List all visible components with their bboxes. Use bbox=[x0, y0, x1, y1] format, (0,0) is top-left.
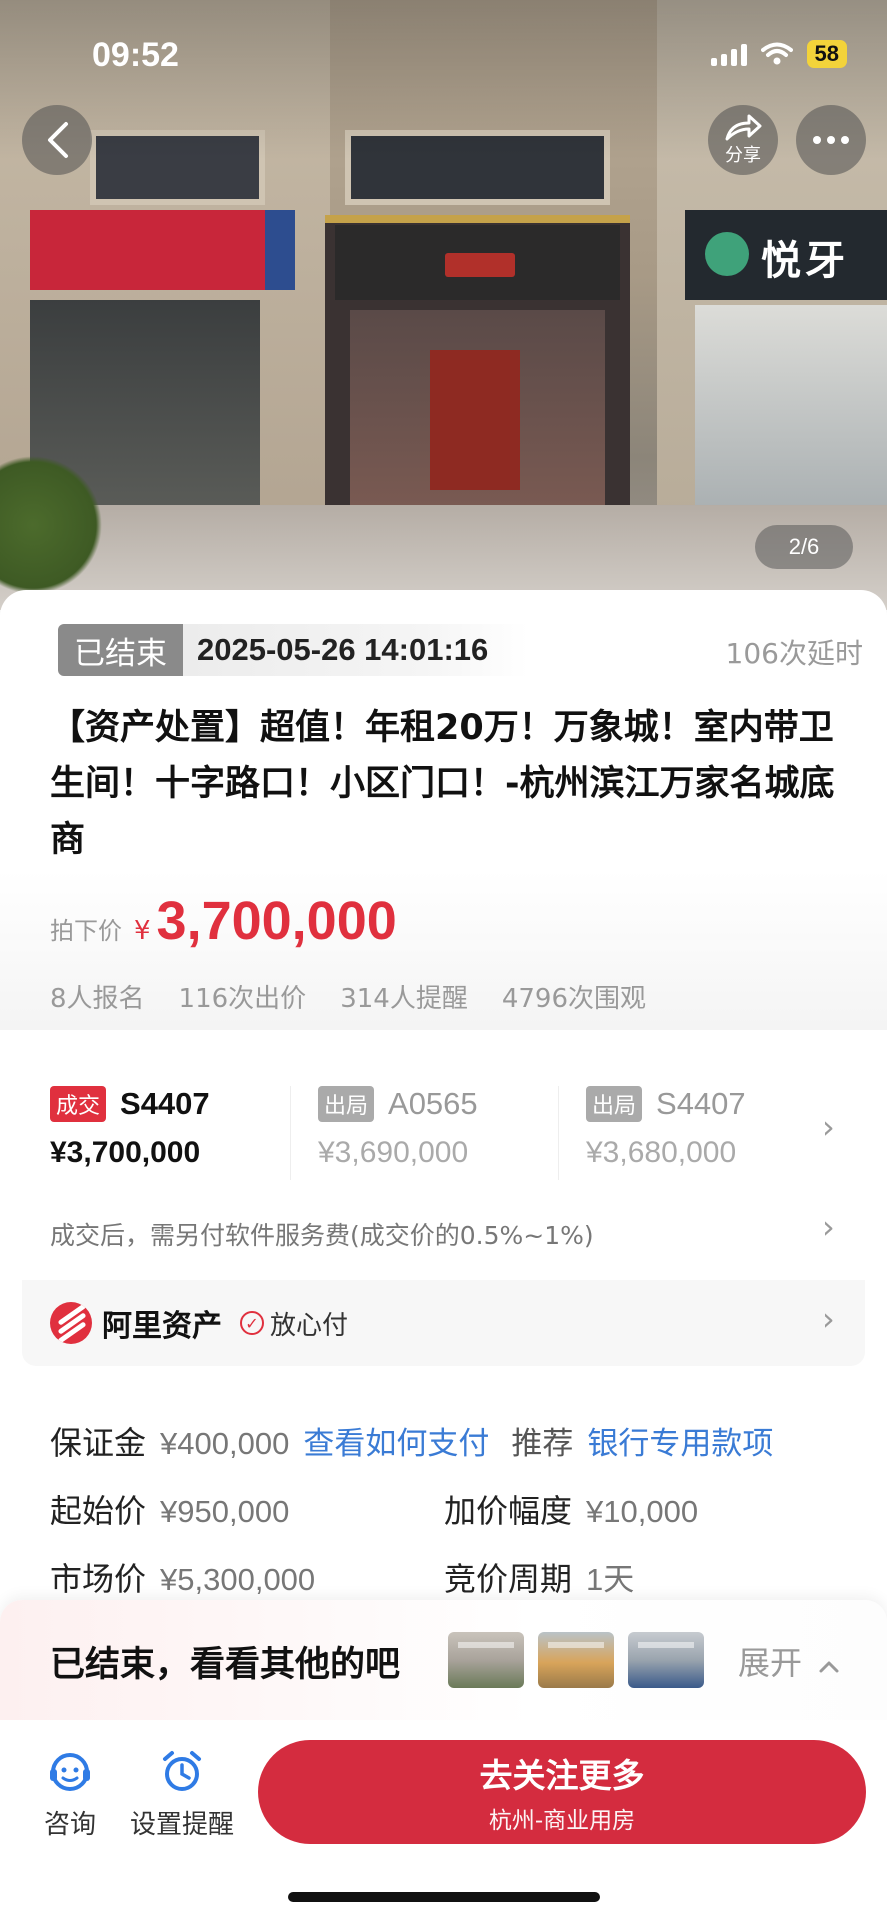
status-time: 09:52 bbox=[92, 36, 179, 74]
bid-cycle-label: 竞价周期 bbox=[444, 1560, 573, 1598]
expand-label: 展开 bbox=[738, 1644, 803, 1682]
bid-code: S4407 bbox=[656, 1086, 746, 1121]
how-to-pay-link[interactable]: 查看如何支付 bbox=[303, 1418, 489, 1463]
check-circle-icon: ✓ bbox=[240, 1311, 264, 1335]
bid-record: 成交 S4407 ¥3,700,000 bbox=[22, 1048, 290, 1198]
consult-label: 咨询 bbox=[44, 1810, 97, 1840]
ali-assets-row[interactable]: 阿里资产 ✓ 放心付 › bbox=[22, 1280, 865, 1366]
chevron-up-icon bbox=[819, 1661, 839, 1673]
deposit-row: 保证金 ¥400,000 查看如何支付 推荐 银行专用款项 bbox=[50, 1418, 773, 1464]
bid-price: ¥3,700,000 bbox=[50, 1136, 201, 1169]
set-reminder-button[interactable]: 设置提醒 bbox=[130, 1748, 234, 1841]
start-price-value: ¥950,000 bbox=[160, 1494, 290, 1529]
bid-cycle-value: 1天 bbox=[586, 1562, 635, 1597]
bid-records[interactable]: 成交 S4407 ¥3,700,000 出局 A0565 ¥3,690,000 … bbox=[22, 1048, 802, 1198]
bottom-action-bar: 咨询 设置提醒 去关注更多 杭州-商业用房 bbox=[0, 1720, 887, 1920]
store-sign-text: 悦牙 bbox=[761, 238, 849, 284]
ali-assets-brand: 阿里资产 bbox=[102, 1309, 222, 1344]
start-price-row: 起始价 ¥950,000 bbox=[50, 1486, 289, 1532]
chevron-right-icon: › bbox=[822, 1300, 835, 1338]
consult-button[interactable]: 咨询 bbox=[44, 1748, 96, 1841]
share-label: 分享 bbox=[725, 145, 761, 166]
price-label: 拍下价 bbox=[50, 917, 122, 945]
stat-bids: 116次出价 bbox=[178, 984, 307, 1014]
bid-records-card: 成交 S4407 ¥3,700,000 出局 A0565 ¥3,690,000 … bbox=[22, 1048, 865, 1366]
chevron-left-icon bbox=[48, 122, 68, 158]
deposit-value: ¥400,000 bbox=[160, 1426, 290, 1461]
bid-code: S4407 bbox=[120, 1086, 210, 1121]
status-badge: 已结束 bbox=[58, 624, 183, 676]
recommend-thumbnail[interactable] bbox=[538, 1632, 614, 1688]
ended-recommend-banner[interactable]: 已结束，看看其他的吧 展开 bbox=[0, 1600, 887, 1720]
market-price-row: 市场价 ¥5,300,000 bbox=[50, 1554, 315, 1600]
alarm-clock-icon bbox=[163, 1751, 201, 1791]
property-photo[interactable]: 悦牙 bbox=[0, 0, 887, 610]
service-fee-note[interactable]: 成交后，需另付软件服务费(成交价的0.5%~1%) bbox=[50, 1216, 850, 1252]
wifi-icon bbox=[760, 42, 793, 65]
ended-banner-text: 已结束，看看其他的吧 bbox=[50, 1645, 401, 1685]
listing-title: 【资产处置】超值！年租20万！万象城！室内带卫生间！十字路口！小区门口！-杭州滨… bbox=[50, 708, 835, 860]
set-reminder-label: 设置提醒 bbox=[130, 1810, 235, 1840]
bid-cycle-row: 竞价周期 1天 bbox=[444, 1554, 634, 1600]
back-button[interactable] bbox=[22, 105, 92, 175]
expand-button[interactable]: 展开 bbox=[738, 1638, 840, 1684]
safe-pay-label: 放心付 bbox=[270, 1310, 349, 1341]
ali-assets-logo-icon bbox=[50, 1302, 92, 1344]
start-price-label: 起始价 bbox=[50, 1492, 147, 1530]
recommend-thumbnail[interactable] bbox=[448, 1632, 524, 1688]
signal-icon bbox=[710, 42, 747, 66]
bid-price: ¥3,690,000 bbox=[318, 1136, 469, 1169]
bid-tag: 出局 bbox=[586, 1086, 643, 1122]
increment-row: 加价幅度 ¥10,000 bbox=[444, 1486, 698, 1532]
more-button[interactable] bbox=[796, 105, 866, 175]
bid-tag: 出局 bbox=[318, 1086, 375, 1122]
stats-row: 8人报名 116次出价 314人提醒 4796次围观 bbox=[50, 978, 646, 1015]
final-price-row: 拍下价 ¥ 3,700,000 bbox=[50, 890, 397, 952]
increment-value: ¥10,000 bbox=[586, 1494, 699, 1529]
price-value: 3,700,000 bbox=[156, 891, 397, 951]
bid-code: A0565 bbox=[388, 1086, 478, 1121]
stat-reminders: 314人提醒 bbox=[340, 984, 468, 1014]
bank-account-link[interactable]: 银行专用款项 bbox=[587, 1418, 773, 1463]
bid-tag: 成交 bbox=[50, 1086, 107, 1122]
more-dots-icon bbox=[813, 136, 849, 144]
share-button[interactable]: 分享 bbox=[708, 105, 778, 175]
follow-more-label: 去关注更多 bbox=[479, 1756, 645, 1795]
delay-count: 106次延时 bbox=[725, 637, 863, 670]
auction-status-row: 已结束 2025-05-26 14:01:16 bbox=[58, 622, 529, 678]
price-currency: ¥ bbox=[134, 916, 151, 946]
end-time: 2025-05-26 14:01:16 bbox=[183, 624, 529, 676]
customer-service-icon bbox=[50, 1753, 90, 1791]
recommend-thumbnail[interactable] bbox=[628, 1632, 704, 1688]
battery-indicator: 58 bbox=[806, 40, 847, 68]
chevron-right-icon[interactable]: › bbox=[822, 1208, 835, 1246]
recommend-label: 推荐 bbox=[511, 1426, 574, 1462]
deposit-label: 保证金 bbox=[50, 1424, 147, 1462]
stat-signups: 8人报名 bbox=[50, 984, 145, 1014]
chevron-right-icon[interactable]: › bbox=[822, 1108, 835, 1146]
image-counter: 2/6 bbox=[755, 525, 853, 569]
share-icon bbox=[725, 114, 762, 141]
increment-label: 加价幅度 bbox=[444, 1492, 573, 1530]
stat-views: 4796次围观 bbox=[501, 984, 646, 1014]
market-price-label: 市场价 bbox=[50, 1560, 147, 1598]
market-price-value: ¥5,300,000 bbox=[160, 1562, 316, 1597]
bid-record: 出局 A0565 ¥3,690,000 bbox=[290, 1048, 558, 1198]
home-indicator bbox=[288, 1892, 600, 1902]
app-page: 悦牙 09:52 58 分享 2/6 已结束 2025-05-26 14:01:… bbox=[0, 0, 887, 1920]
follow-more-category: 杭州-商业用房 bbox=[488, 1808, 636, 1834]
follow-more-button[interactable]: 去关注更多 杭州-商业用房 bbox=[258, 1740, 866, 1844]
status-indicators: 58 bbox=[710, 40, 847, 68]
auction-info-card: 保证金 ¥400,000 查看如何支付 推荐 银行专用款项 起始价 ¥950,0… bbox=[22, 1388, 865, 1620]
